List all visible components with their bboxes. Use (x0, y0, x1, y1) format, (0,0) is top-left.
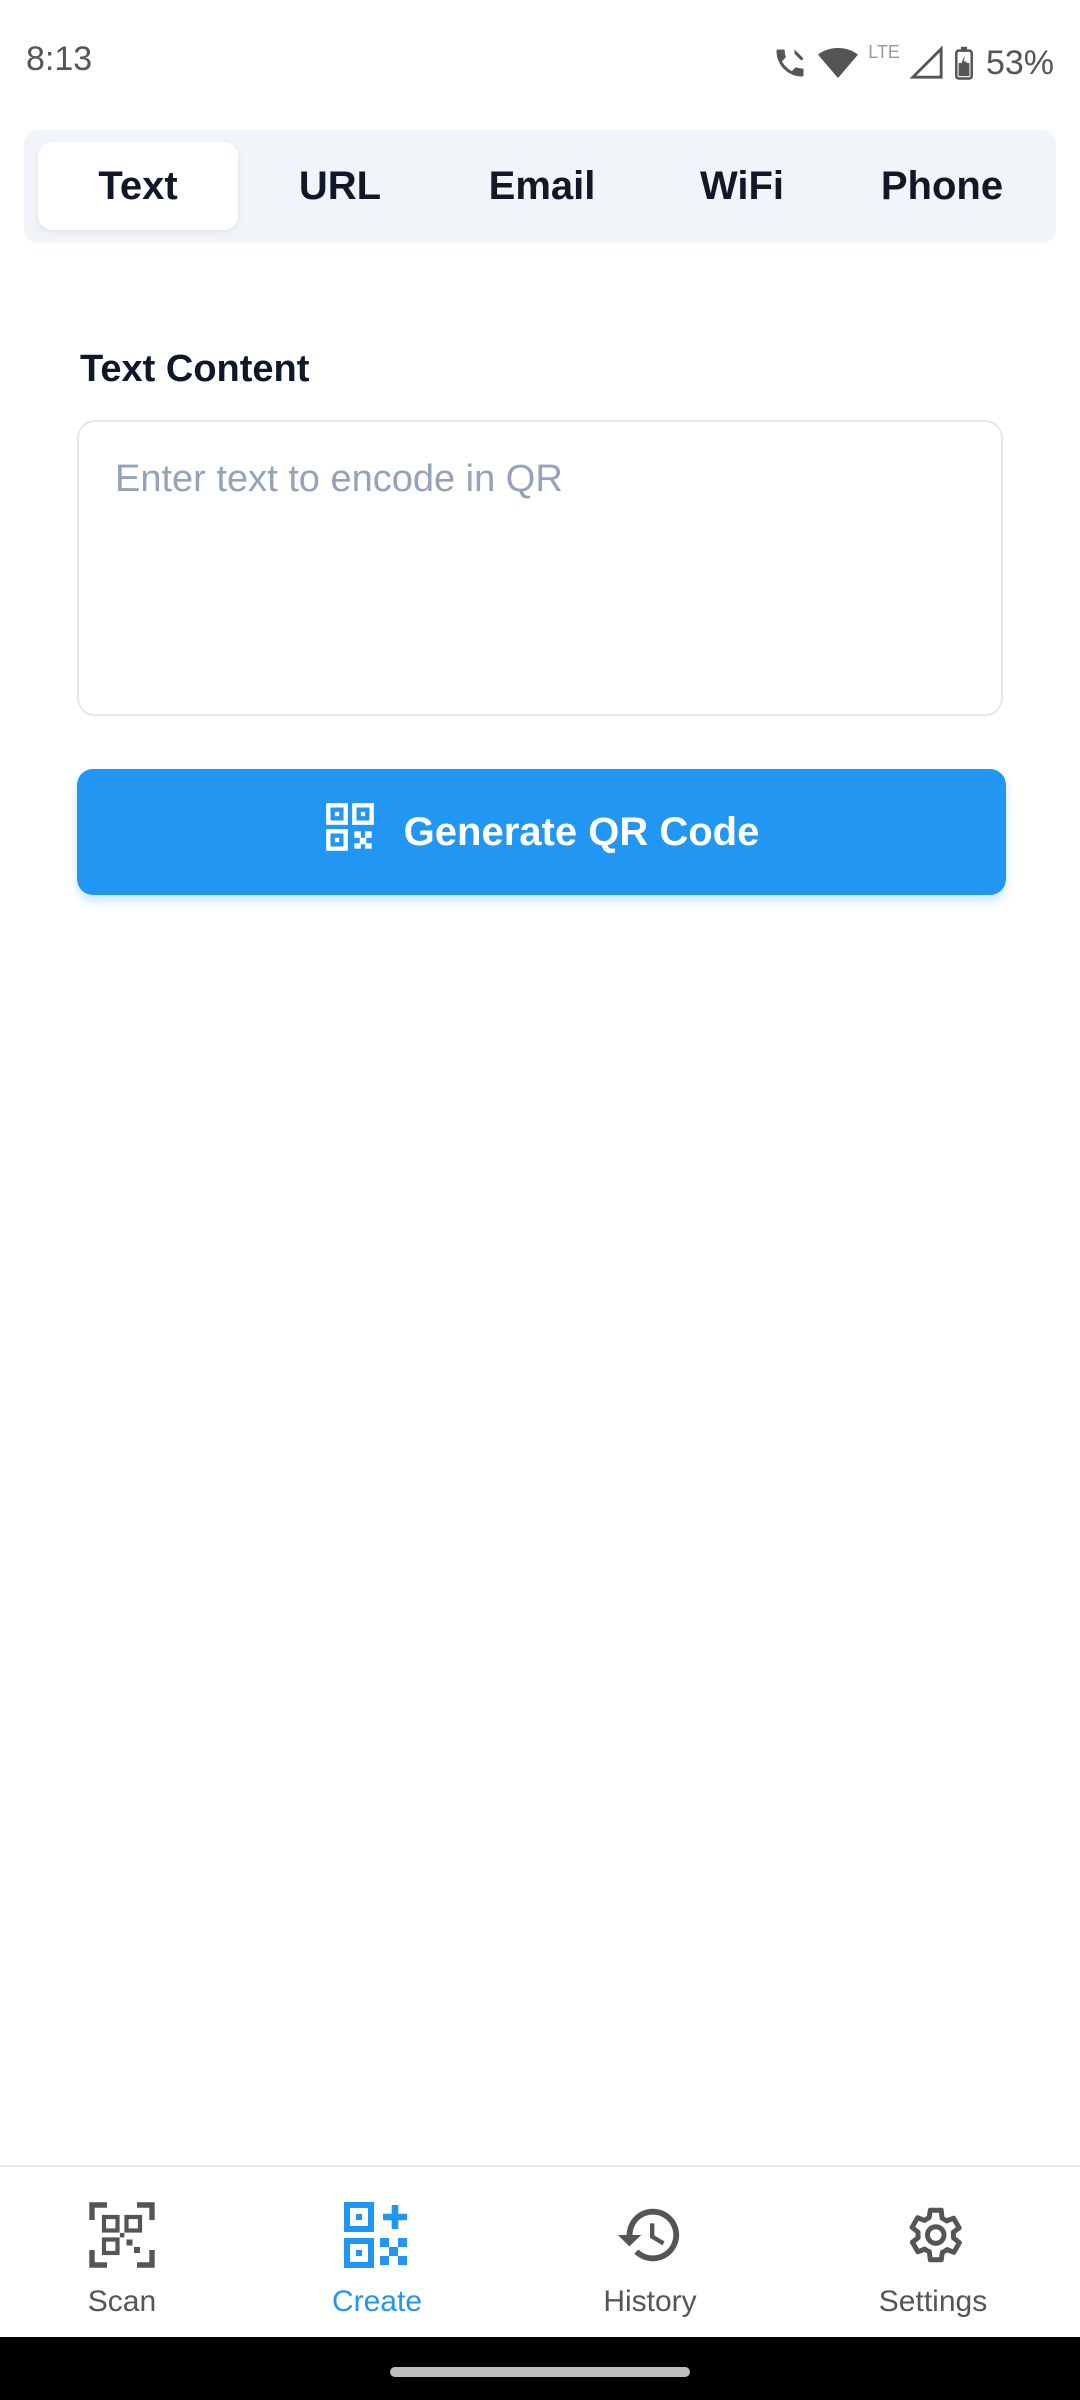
tab-email[interactable]: Email (442, 142, 642, 230)
nav-create[interactable]: Create (257, 2167, 497, 2339)
status-icons: LTE 53% (772, 38, 1054, 88)
nav-settings[interactable]: Settings (813, 2167, 1053, 2339)
battery-icon (954, 46, 974, 80)
gesture-bar (0, 2337, 1080, 2400)
bottom-navigation: Scan Create History Settings (0, 2165, 1080, 2339)
tab-phone[interactable]: Phone (842, 142, 1042, 230)
type-tabs: Text URL Email WiFi Phone (24, 130, 1056, 243)
nav-settings-label: Settings (878, 2285, 988, 2318)
battery-percent: 53% (985, 43, 1054, 82)
tab-text[interactable]: Text (38, 142, 238, 230)
text-content-input[interactable]: Enter text to encode in QR (77, 420, 1003, 716)
history-icon (615, 2197, 685, 2273)
status-time: 8:13 (26, 40, 93, 78)
text-content-label: Text Content (80, 348, 310, 390)
home-gesture-handle[interactable] (390, 2367, 690, 2377)
gear-icon (900, 2197, 966, 2273)
nav-history-label: History (603, 2285, 697, 2318)
wifi-call-icon (772, 45, 808, 81)
tab-url[interactable]: URL (240, 142, 440, 230)
nav-scan[interactable]: Scan (2, 2167, 242, 2339)
wifi-icon (818, 46, 859, 80)
tab-wifi[interactable]: WiFi (642, 142, 842, 230)
nav-create-label: Create (331, 2285, 423, 2318)
signal-icon (909, 46, 944, 80)
generate-qr-button[interactable]: Generate QR Code (77, 769, 1006, 895)
generate-qr-label: Generate QR Code (403, 809, 760, 854)
qr-scan-icon (86, 2197, 158, 2273)
qr-code-icon (324, 801, 376, 863)
nav-history[interactable]: History (530, 2167, 770, 2339)
status-bar: 8:13 LTE 53% (0, 0, 1080, 125)
qr-create-icon (341, 2197, 413, 2273)
network-type: LTE (868, 42, 900, 62)
nav-scan-label: Scan (87, 2285, 157, 2318)
